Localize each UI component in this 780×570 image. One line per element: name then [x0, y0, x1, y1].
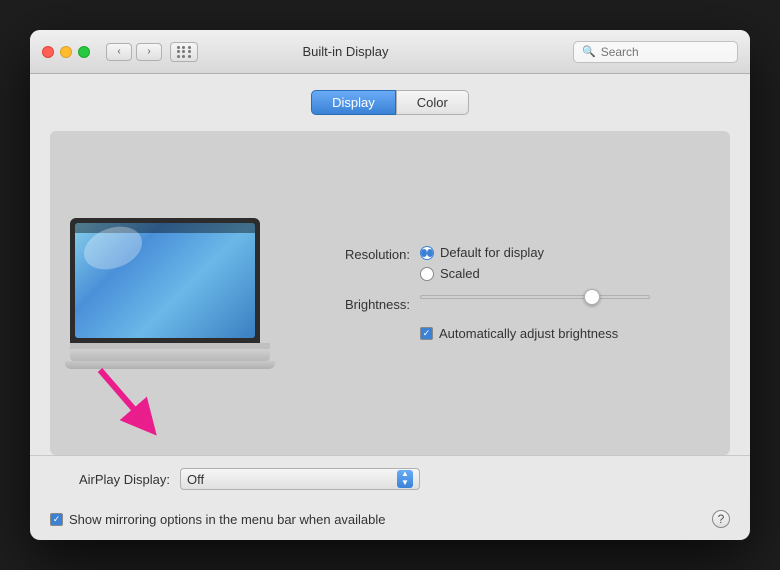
maximize-button[interactable]: [78, 46, 90, 58]
display-tab[interactable]: Display: [311, 90, 396, 115]
segment-control: Display Color: [50, 90, 730, 115]
main-window: ‹ › Built-in Display 🔍 Display Color: [30, 30, 750, 540]
color-tab[interactable]: Color: [396, 90, 469, 115]
brightness-slider-container: [420, 295, 650, 299]
display-panel: Resolution: Default for display Scaled: [50, 131, 730, 455]
mirror-label: Show mirroring options in the menu bar w…: [69, 512, 386, 527]
search-input[interactable]: [601, 45, 729, 59]
resolution-scaled-label: Scaled: [440, 266, 480, 281]
airplay-value: Off: [187, 472, 204, 487]
brightness-label: Brightness:: [320, 295, 410, 312]
search-box[interactable]: 🔍: [573, 41, 738, 63]
resolution-default-radio[interactable]: [420, 246, 434, 260]
checkbox-check-icon: ✓: [423, 329, 431, 338]
title-bar: ‹ › Built-in Display 🔍: [30, 30, 750, 74]
airplay-select[interactable]: Off ▲ ▼: [180, 468, 420, 490]
brightness-slider-fill: [421, 296, 592, 298]
screen-frame: [70, 218, 260, 343]
laptop-screen: [75, 223, 255, 338]
content-area: Display Color: [30, 74, 750, 455]
mirror-checkbox[interactable]: ✓: [50, 513, 63, 526]
laptop-image: [70, 218, 270, 369]
brightness-row: Brightness:: [320, 295, 710, 312]
resolution-row: Resolution: Default for display Scaled: [320, 245, 710, 281]
search-icon: 🔍: [582, 45, 596, 58]
resolution-scaled-radio[interactable]: [420, 267, 434, 281]
minimize-button[interactable]: [60, 46, 72, 58]
auto-brightness-row: ✓ Automatically adjust brightness: [420, 326, 710, 341]
resolution-label: Resolution:: [320, 245, 410, 262]
auto-brightness-checkbox[interactable]: ✓: [420, 327, 433, 340]
laptop-base: [70, 349, 270, 361]
laptop-bottom: [65, 361, 275, 369]
brightness-slider-track[interactable]: [420, 295, 650, 299]
close-button[interactable]: [42, 46, 54, 58]
laptop-illustration: [70, 218, 290, 369]
resolution-default-label: Default for display: [440, 245, 544, 260]
select-arrows-icon: ▲ ▼: [397, 470, 413, 488]
brightness-slider-thumb[interactable]: [584, 289, 600, 305]
mirror-checkbox-check-icon: ✓: [53, 515, 61, 524]
traffic-lights: [42, 46, 90, 58]
airplay-label: AirPlay Display:: [50, 472, 170, 487]
bottom-bar: AirPlay Display: Off ▲ ▼: [30, 455, 750, 502]
auto-brightness-label: Automatically adjust brightness: [439, 326, 618, 341]
settings-panel: Resolution: Default for display Scaled: [320, 245, 710, 341]
resolution-scaled-option[interactable]: Scaled: [420, 266, 544, 281]
arrow-down-icon: ▼: [401, 479, 409, 488]
help-button[interactable]: ?: [712, 510, 730, 528]
mirror-left: ✓ Show mirroring options in the menu bar…: [50, 512, 386, 527]
resolution-default-option[interactable]: Default for display: [420, 245, 544, 260]
window-title: Built-in Display: [126, 44, 565, 59]
laptop-hinge: [70, 343, 270, 349]
mirror-row: ✓ Show mirroring options in the menu bar…: [30, 502, 750, 540]
resolution-radio-group: Default for display Scaled: [420, 245, 544, 281]
